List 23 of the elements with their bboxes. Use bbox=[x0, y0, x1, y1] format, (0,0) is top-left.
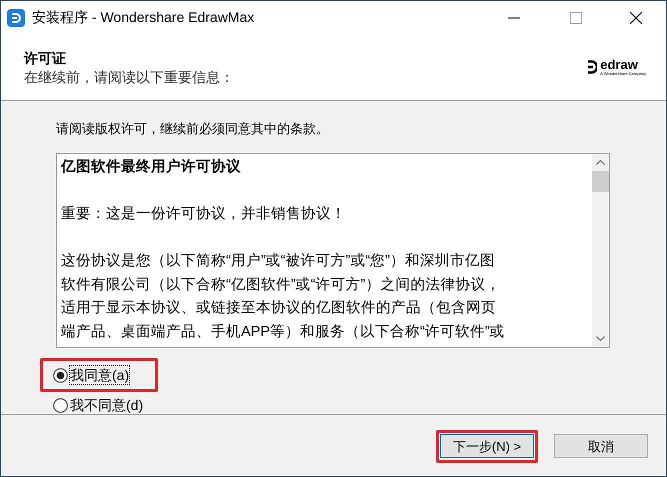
radio-option[interactable]: 我同意(a) bbox=[40, 358, 158, 392]
instruction-text: 请阅读版权许可，继续前必须同意其中的条款。 bbox=[56, 121, 330, 137]
license-heading: 亿图软件最终用户许可协议 bbox=[61, 158, 242, 177]
app-logo-icon bbox=[7, 8, 25, 26]
license-paragraph: 重要：这是一份许可协议，并非销售协议！ bbox=[61, 204, 347, 224]
close-icon[interactable] bbox=[630, 12, 642, 24]
license-paragraph: 这份协议是您（以下简称“用户”或“被许可方”或“您”）和深圳市亿图 软件有限公司（以下合称“亿图软件”或“许可方”）之间的法律协议， 适用于显示本协议、或链接至本协议的亿图软件的产品（包含网页 端产品、桌面端产品、手机APP等）和服务（以下合称“许可软件”或 bbox=[61, 252, 506, 342]
radio-option[interactable]: 我不同意(d) bbox=[40, 396, 144, 414]
cancel-button[interactable]: 取消 bbox=[554, 434, 648, 458]
minimize-icon[interactable] bbox=[508, 16, 520, 18]
window-title: 安装程序 - Wondershare EdrawMax bbox=[32, 8, 254, 27]
logo-text: edraw bbox=[600, 58, 639, 70]
page-subtitle: 在继续前，请阅读以下重要信息： bbox=[24, 68, 234, 87]
scrollbar[interactable] bbox=[592, 154, 609, 347]
next-button[interactable]: 下一步(N) > bbox=[440, 434, 534, 458]
page-title: 许可证 bbox=[24, 49, 67, 68]
radio-icon[interactable] bbox=[53, 368, 68, 382]
radio-icon[interactable] bbox=[53, 398, 68, 412]
scroll-thumb[interactable] bbox=[592, 171, 609, 192]
edraw-logo-icon bbox=[587, 60, 598, 74]
scroll-up-icon[interactable] bbox=[596, 160, 605, 165]
scroll-down-icon[interactable] bbox=[596, 336, 605, 341]
license-text-area[interactable]: 亿图软件最终用户许可协议 重要：这是一份许可协议，并非销售协议！ 这份协议是您（以下简称“用户”或“被许可方”或“您”）和深圳市亿图 软件有限公司（以下合称“亿图软件”或“许可方”）之间的法律协议， 适用于显示本协议、或链接至本协议的亿图软件的产品（包含网页 端产品、桌面端产品、手机APP等）和服务（以下合称“许可软件”或 bbox=[56, 153, 610, 348]
